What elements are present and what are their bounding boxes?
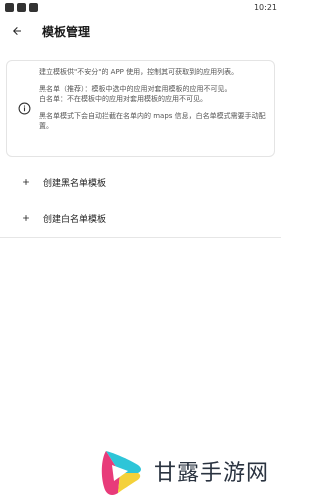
plus-icon-wrap [18,213,34,223]
divider [0,237,281,238]
info-icon-wrap [7,61,37,156]
info-line-blacklist: 黑名单（推荐）：模板中选中的应用对套用模板的应用不可见。 [39,85,232,93]
status-square-icon [5,2,14,12]
info-text: 建立模板供"不安分"的 APP 使用，控制其可获取到的应用列表。 黑名单（推荐）… [37,61,274,156]
status-square-icon [17,2,26,12]
page-title: 模板管理 [42,24,91,39]
create-whitelist-label: 创建白名单模板 [43,214,107,225]
create-blacklist-button[interactable]: 创建黑名单模板 [0,167,281,197]
watermark: 甘露手游网 [92,443,269,499]
watermark-logo-icon [101,451,141,495]
status-bar: 10:21 [0,0,281,14]
status-indicators [5,2,38,12]
plus-icon [23,215,29,221]
create-blacklist-label: 创建黑名单模板 [43,178,107,189]
back-button[interactable] [2,16,32,46]
create-whitelist-button[interactable]: 创建白名单模板 [0,203,281,233]
info-card: 建立模板供"不安分"的 APP 使用，控制其可获取到的应用列表。 黑名单（推荐）… [6,60,275,157]
info-line-maps: 黑名单模式下会自动拦截在名单内的 maps 信息，白名单模式需要手动配置。 [39,112,266,130]
arrow-left-icon [13,27,21,35]
plus-icon-wrap [18,177,34,187]
info-line-whitelist: 白名单：不在模板中的应用对套用模板的应用不可见。 [39,95,207,103]
info-line-intro: 建立模板供"不安分"的 APP 使用，控制其可获取到的应用列表。 [39,68,239,76]
watermark-text: 甘露手游网 [154,461,270,486]
status-square-icon [29,2,38,12]
app-bar: 模板管理 [0,16,281,46]
info-circle-icon [18,102,30,115]
plus-icon [23,179,29,185]
status-time: 10:21 [253,2,277,12]
